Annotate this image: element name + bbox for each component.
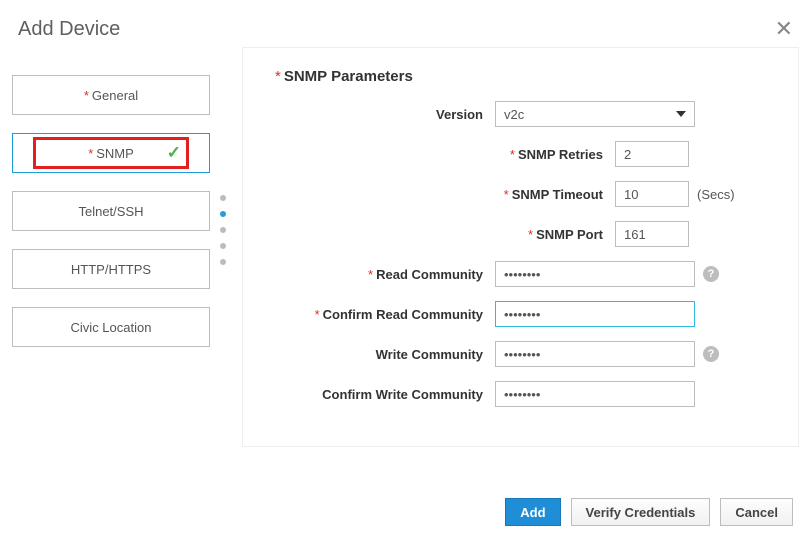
timeout-suffix: (Secs) <box>697 187 735 202</box>
step-dot <box>220 259 226 265</box>
dialog-title: Add Device <box>18 18 120 41</box>
sidebar-item-label: Civic Location <box>71 320 152 335</box>
chevron-down-icon <box>676 111 686 117</box>
port-input[interactable] <box>615 221 689 247</box>
add-button[interactable]: Add <box>505 498 560 526</box>
sidebar-item-label: Telnet/SSH <box>78 204 143 219</box>
sidebar: *General *SNMP ✓ Telnet/SSH HTTP/HTTPS C… <box>12 47 210 447</box>
label-retries: *SNMP Retries <box>275 147 615 162</box>
form-panel: *SNMP Parameters Version v2c *SNMP Retri… <box>242 47 799 447</box>
sidebar-item-http-https[interactable]: HTTP/HTTPS <box>12 249 210 289</box>
timeout-input[interactable] <box>615 181 689 207</box>
required-asterisk: * <box>528 227 533 242</box>
label-port: *SNMP Port <box>275 227 615 242</box>
label-read-community: *Read Community <box>275 267 495 282</box>
retries-input[interactable] <box>615 141 689 167</box>
read-community-input[interactable] <box>495 261 695 287</box>
help-icon[interactable]: ? <box>703 266 719 282</box>
version-select-value: v2c <box>504 107 524 122</box>
sidebar-item-label: *SNMP <box>88 146 134 161</box>
verify-credentials-button[interactable]: Verify Credentials <box>571 498 711 526</box>
step-dot <box>220 227 226 233</box>
required-asterisk: * <box>88 146 93 161</box>
step-dot <box>220 195 226 201</box>
version-select[interactable]: v2c <box>495 101 695 127</box>
cancel-button[interactable]: Cancel <box>720 498 793 526</box>
sidebar-item-general[interactable]: *General <box>12 75 210 115</box>
sidebar-item-telnet-ssh[interactable]: Telnet/SSH <box>12 191 210 231</box>
label-confirm-write-community: Confirm Write Community <box>275 387 495 402</box>
write-community-input[interactable] <box>495 341 695 367</box>
step-dots <box>220 47 232 447</box>
sidebar-item-snmp[interactable]: *SNMP ✓ <box>12 133 210 173</box>
step-dot-active <box>220 211 226 217</box>
required-asterisk: * <box>510 147 515 162</box>
close-icon[interactable]: ✕ <box>775 18 793 40</box>
step-dot <box>220 243 226 249</box>
section-title: *SNMP Parameters <box>275 68 766 85</box>
label-timeout: *SNMP Timeout <box>275 187 615 202</box>
label-confirm-read-community: *Confirm Read Community <box>275 307 495 322</box>
label-version: Version <box>275 107 495 122</box>
sidebar-item-label: *General <box>84 88 138 103</box>
help-icon[interactable]: ? <box>703 346 719 362</box>
required-asterisk: * <box>275 68 281 85</box>
required-asterisk: * <box>504 187 509 202</box>
footer-buttons: Add Verify Credentials Cancel <box>505 498 793 526</box>
confirm-write-community-input[interactable] <box>495 381 695 407</box>
confirm-read-community-input[interactable] <box>495 301 695 327</box>
required-asterisk: * <box>368 267 373 282</box>
required-asterisk: * <box>315 307 320 322</box>
sidebar-item-label: HTTP/HTTPS <box>71 262 151 277</box>
checkmark-icon: ✓ <box>167 143 181 163</box>
label-write-community: Write Community <box>275 347 495 362</box>
required-asterisk: * <box>84 88 89 103</box>
sidebar-item-civic-location[interactable]: Civic Location <box>12 307 210 347</box>
